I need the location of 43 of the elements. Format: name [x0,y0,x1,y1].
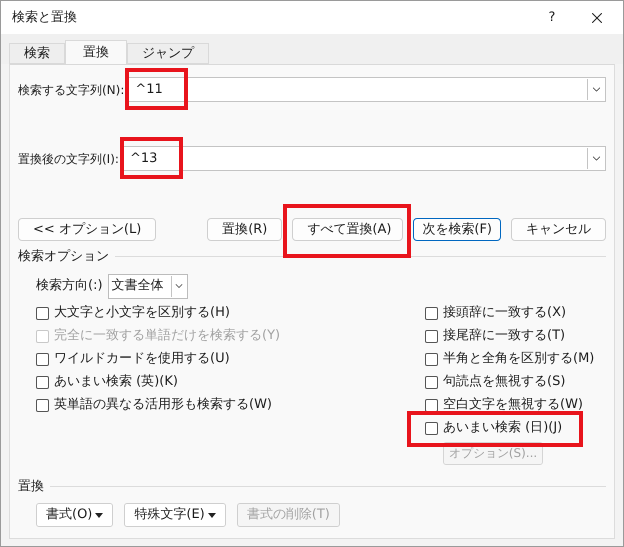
checkbox[interactable] [36,376,49,388]
checkbox-label: 大文字と小文字を区別する(H) [54,304,230,322]
format-button[interactable]: 書式(O) [36,503,114,527]
checkbox[interactable] [425,422,438,434]
checkbox-label: 空白文字を無視する(W) [443,396,583,414]
checkbox[interactable] [425,330,438,342]
field-label: 検索する文字列(N): [18,82,124,98]
field-label: 置換後の文字列(I): [18,150,119,168]
checkbox-label: 接頭辞に一致する(X) [443,304,566,322]
checkbox-label: 完全に一致する単語だけを検索する(Y) [54,327,280,346]
dropdown-arrow-icon [208,512,216,518]
dropdown-arrow-icon [95,512,104,518]
checkbox-label: 半角と全角を区別する(M) [443,350,594,368]
dialog-button[interactable]: 置換(R) [207,218,282,241]
tab[interactable]: 置換 [65,40,127,64]
checkbox[interactable] [36,352,49,366]
checkbox[interactable] [425,352,438,366]
help-button[interactable]: ? [530,2,574,34]
tab[interactable]: 検索 [9,43,65,64]
checkbox[interactable] [425,306,438,320]
format-button[interactable]: 特殊文字(E) [124,503,226,527]
checkbox-label: 句読点を無視する(S) [443,373,566,392]
dialog-button[interactable]: 次を検索(F) [413,218,501,241]
dialog-button[interactable]: すべて置換(A) [292,218,404,241]
checkbox[interactable] [36,398,49,412]
checkbox-label: 接尾辞に一致する(T) [443,327,566,346]
dialog-button[interactable]: << オプション(L) [18,218,156,241]
checkbox[interactable] [425,398,438,412]
tab[interactable]: ジャンプ [127,43,209,64]
section-title: 検索オプション [18,248,109,266]
section-title: 置換 [18,478,44,496]
dialog-button[interactable]: キャンセル [511,218,606,241]
direction-dropdown[interactable]: 文書全体 [108,274,188,298]
direction-label: 検索方向(:) [36,277,103,296]
text-field[interactable]: ^11 [128,77,606,102]
checkbox-label: あいまい検索 (日)(J) [443,419,562,438]
checkbox-label: ワイルドカードを使用する(U) [54,350,230,368]
checkbox-label: あいまい検索 (英)(K) [54,373,178,392]
window-title: 検索と置換 [12,8,77,27]
checkbox-label: 英単語の異なる活用形も検索する(W) [54,396,272,414]
checkbox[interactable] [425,376,438,388]
text-field[interactable]: ^13 [122,146,606,171]
checkbox[interactable] [36,306,49,320]
